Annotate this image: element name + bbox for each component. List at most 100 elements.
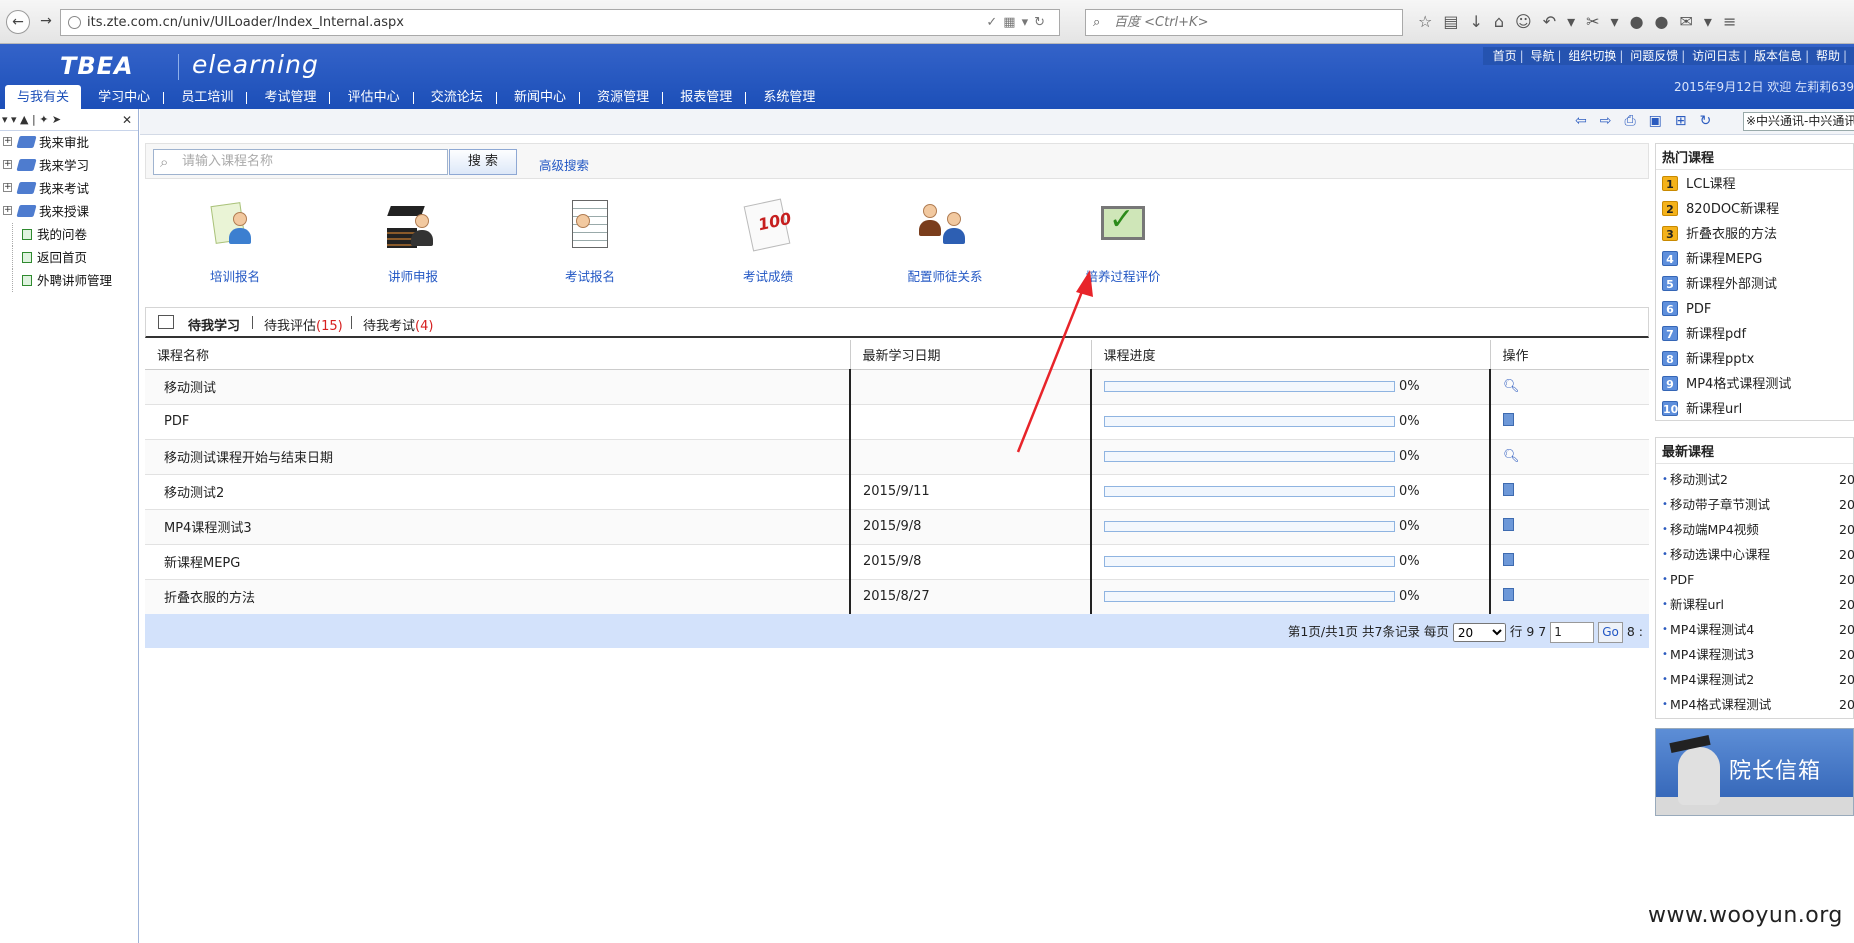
new-course-item[interactable]: 新课程url 20 (1656, 592, 1854, 617)
page-number-input[interactable]: 1 (1550, 622, 1595, 643)
lecturer-apply-icon (385, 198, 441, 254)
content-toolbar-icons[interactable]: ⇦⇨⎙▣⊞↻ (1575, 113, 1724, 129)
tab-my-evaluation[interactable]: 待我评估(15) (264, 315, 343, 334)
nav-tab-learning[interactable]: 学习中心 (85, 85, 163, 109)
top-link-org-switch[interactable]: 组织切换 (1568, 49, 1616, 63)
new-course-item[interactable]: 移动选课中心课程 20 (1656, 542, 1854, 567)
new-course-item[interactable]: MP4课程测试3 20 (1656, 642, 1854, 667)
document-icon[interactable] (1503, 588, 1514, 601)
tab-my-exam[interactable]: 待我考试(4) (363, 315, 433, 334)
new-course-item[interactable]: PDF 20 (1656, 567, 1854, 592)
hot-course-item[interactable]: 4 新课程MEPG (1656, 247, 1853, 272)
hot-course-item[interactable]: 10 新课程url (1656, 397, 1853, 422)
quick-link-exam-signup[interactable]: 考试报名 (515, 190, 665, 285)
col-last-study-date: 最新学习日期 (850, 340, 1092, 370)
nav-tab-exam[interactable]: 考试管理 (251, 85, 329, 109)
forward-icon[interactable]: → (34, 10, 58, 34)
quick-link-lecturer-apply[interactable]: 讲师申报 (338, 190, 488, 285)
browser-toolbar-icons[interactable]: ☆▤↓⌂☺↶▾✂▾●●✉▾≡ (1418, 12, 1747, 31)
course-name[interactable]: MP4课程测试3 (145, 509, 850, 545)
nav-tab-training[interactable]: 员工培训 (168, 85, 246, 109)
hot-course-item[interactable]: 3 折叠衣服的方法 (1656, 222, 1853, 247)
course-name[interactable]: 折叠衣服的方法 (145, 579, 850, 615)
document-icon[interactable] (1503, 413, 1514, 426)
new-course-item[interactable]: 移动带子章节测试 20 (1656, 492, 1854, 517)
table-row[interactable]: 新课程MEPG 2015/9/8 0% (145, 544, 1649, 580)
nav-tab-resources[interactable]: 资源管理 (584, 85, 662, 109)
dean-mailbox-banner[interactable]: 院长信箱 (1655, 728, 1854, 816)
hot-course-item[interactable]: 2 820DOC新课程 (1656, 197, 1853, 222)
table-row[interactable]: 移动测试 0% 🔍︎ (145, 369, 1649, 405)
hot-course-item[interactable]: 8 新课程pptx (1656, 347, 1853, 372)
tree-item-external-lecturer[interactable]: 外聘讲师管理 (0, 269, 138, 292)
document-icon[interactable] (1503, 483, 1514, 496)
tree-item-teach[interactable]: + 我来授课 (0, 200, 138, 223)
search-button[interactable]: 搜 索 (449, 149, 517, 175)
hot-course-item[interactable]: 1 LCL课程 (1656, 172, 1853, 197)
quick-link-process-evaluation[interactable]: ✓ 培养过程评价 (1048, 190, 1198, 285)
new-course-item[interactable]: MP4课程测试4 20 (1656, 617, 1854, 642)
search-icon[interactable]: 🔍︎ (1503, 379, 1520, 394)
top-link-help[interactable]: 帮助 (1816, 49, 1840, 63)
nav-tab-forum[interactable]: 交流论坛 (418, 85, 496, 109)
quick-link-exam-score[interactable]: 100 考试成绩 (693, 190, 843, 285)
hot-course-item[interactable]: 9 MP4格式课程测试 (1656, 372, 1853, 397)
nav-tab-news[interactable]: 新闻中心 (501, 85, 579, 109)
course-name[interactable]: 移动测试2 (145, 474, 850, 510)
expand-icon[interactable]: + (3, 137, 12, 146)
course-name[interactable]: 移动测试 (145, 369, 850, 405)
course-search-input[interactable]: ⌕ 请输入课程名称 (153, 149, 448, 175)
address-bar[interactable]: its.zte.com.cn/univ/UILoader/Index_Inter… (60, 9, 1060, 36)
advanced-search-link[interactable]: 高级搜索 (539, 155, 589, 174)
expand-icon[interactable]: + (3, 206, 12, 215)
table-row[interactable]: 移动测试2 2015/9/11 0% (145, 474, 1649, 510)
new-course-item[interactable]: MP4课程测试2 20 (1656, 667, 1854, 692)
tree-item-questionnaire[interactable]: 我的问卷 (0, 223, 138, 246)
nav-tab-system[interactable]: 系统管理 (750, 85, 828, 109)
top-link-version[interactable]: 版本信息 (1754, 49, 1802, 63)
top-link-home[interactable]: 首页 (1493, 49, 1517, 63)
search-icon[interactable]: 🔍︎ (1503, 449, 1520, 464)
tree-item-approve[interactable]: + 我来审批 (0, 131, 138, 154)
new-course-year: 20 (1839, 472, 1854, 487)
course-name[interactable]: 移动测试课程开始与结束日期 (145, 439, 850, 475)
tree-item-exam[interactable]: + 我来考试 (0, 177, 138, 200)
expand-icon[interactable]: + (3, 183, 12, 192)
top-link-nav[interactable]: 导航 (1530, 49, 1554, 63)
new-course-item[interactable]: 移动测试2 20 (1656, 467, 1854, 492)
back-icon[interactable]: ← (6, 10, 30, 34)
tree-toolbar-icons[interactable]: ▾ ▾ ▲ | ✦ ➤ (2, 113, 61, 126)
tree-item-home[interactable]: 返回首页 (0, 246, 138, 269)
table-row[interactable]: PDF 0% (145, 404, 1649, 440)
hot-course-item[interactable]: 6 PDF (1656, 297, 1853, 322)
nav-tab-mine[interactable]: 与我有关 (5, 85, 82, 109)
expand-icon[interactable]: + (3, 160, 12, 169)
tab-my-study[interactable]: 待我学习 (188, 315, 240, 334)
go-button[interactable]: Go (1598, 622, 1623, 643)
nav-tab-reports[interactable]: 报表管理 (667, 85, 745, 109)
document-icon[interactable] (1503, 553, 1514, 566)
course-table: 课程名称 最新学习日期 课程进度 操作 移动测试 0% 🔍︎ PDF 0% 移动测试课程开… (145, 340, 1649, 615)
course-name[interactable]: PDF (145, 404, 850, 440)
table-row[interactable]: 移动测试课程开始与结束日期 0% 🔍︎ (145, 439, 1649, 475)
new-course-item[interactable]: MP4格式课程测试 20 (1656, 692, 1854, 717)
hot-course-item[interactable]: 5 新课程外部测试 (1656, 272, 1853, 297)
hot-course-label: LCL课程 (1686, 177, 1736, 192)
course-name[interactable]: 新课程MEPG (145, 544, 850, 580)
top-link-access-log[interactable]: 访问日志 (1692, 49, 1740, 63)
document-icon[interactable] (1503, 518, 1514, 531)
table-row[interactable]: MP4课程测试3 2015/9/8 0% (145, 509, 1649, 545)
company-selector[interactable]: ※中兴通讯-中兴通讯 (1743, 112, 1854, 131)
tree-item-study[interactable]: + 我来学习 (0, 154, 138, 177)
hot-course-item[interactable]: 7 新课程pdf (1656, 322, 1853, 347)
new-course-item[interactable]: 移动端MP4视频 20 (1656, 517, 1854, 542)
per-page-select[interactable]: 20 (1452, 623, 1506, 642)
close-icon[interactable]: ✕ (122, 109, 132, 131)
top-link-feedback[interactable]: 问题反馈 (1630, 49, 1678, 63)
quick-link-mentor-config[interactable]: 配置师徒关系 (870, 190, 1020, 285)
quick-link-training-signup[interactable]: 培训报名 (160, 190, 310, 285)
table-row[interactable]: 折叠衣服的方法 2015/8/27 0% (145, 579, 1649, 615)
nav-tab-evaluation[interactable]: 评估中心 (335, 85, 413, 109)
browser-search-input[interactable]: ⌕ 百度 <Ctrl+K> (1085, 9, 1403, 36)
address-bar-icons[interactable]: ✓▦▾↻ (986, 10, 1051, 35)
